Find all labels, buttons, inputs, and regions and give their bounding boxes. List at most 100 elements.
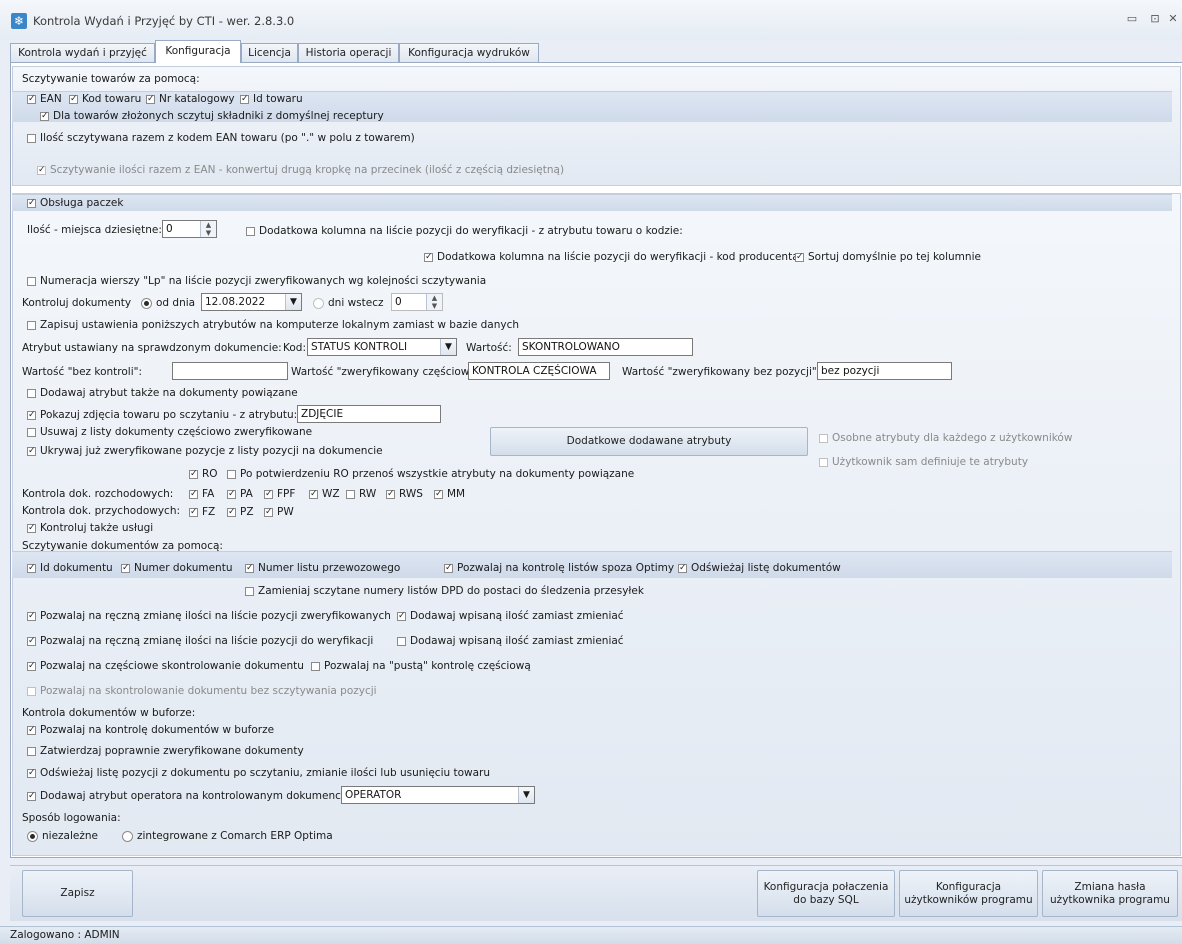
obsluga-paczek-checkbox[interactable]: Obsługa paczek: [27, 196, 123, 210]
dodatkowa-kolumna-producent-checkbox[interactable]: Dodatkowa kolumna na liście pozycji do w…: [424, 250, 799, 264]
bez-kontroli-label: Wartość "bez kontroli":: [22, 366, 143, 378]
users-config-button[interactable]: Konfiguracja użytkowników programu: [899, 870, 1038, 917]
niezalezne-radio[interactable]: niezależne: [27, 829, 98, 843]
operator-select[interactable]: OPERATOR ▼: [341, 786, 535, 804]
tab-kontrola[interactable]: Kontrola wydań i przyjęć: [10, 43, 155, 62]
chevron-down-icon[interactable]: ▼: [285, 294, 301, 310]
numer-dokumentu-checkbox[interactable]: Numer dokumentu: [121, 561, 232, 575]
pa-checkbox[interactable]: PA: [227, 487, 253, 501]
scan-header: Sczytywanie towarów za pomocą:: [22, 73, 200, 85]
change-password-button[interactable]: Zmiana hasła użytkownika programu: [1042, 870, 1178, 917]
kod-select[interactable]: STATUS KONTROLI ▼: [307, 338, 457, 356]
numer-listu-checkbox[interactable]: Numer listu przewozowego: [245, 561, 400, 575]
kontroluj-dokumenty-label: Kontroluj dokumenty: [22, 297, 132, 309]
od-dnia-radio[interactable]: od dnia: [141, 296, 195, 310]
close-icon[interactable]: ✕: [1163, 12, 1182, 28]
title-bar: ❄ Kontrola Wydań i Przyjęć by CTI - wer.…: [0, 0, 1182, 40]
ro-checkbox[interactable]: RO: [189, 467, 218, 481]
wartosc-label: Wartość:: [466, 342, 512, 354]
spinner-arrows-icon[interactable]: ▲ ▼: [200, 221, 216, 237]
dodatkowe-atrybuty-button[interactable]: Dodatkowe dodawane atrybuty: [490, 427, 808, 456]
minimize-icon[interactable]: ▭: [1122, 12, 1142, 28]
bufor-checkbox[interactable]: Pozwalaj na kontrolę dokumentów w buforz…: [27, 723, 274, 737]
sczyt-dok-header: Sczytywanie dokumentów za pomocą:: [22, 540, 223, 552]
atrybut-label: Atrybut ustawiany na sprawdzonym dokumen…: [22, 342, 282, 354]
dodawaj-wpisana-2-checkbox[interactable]: Dodawaj wpisaną ilość zamiast zmieniać: [397, 634, 624, 648]
sortuj-checkbox[interactable]: Sortuj domyślnie po tej kolumnie: [795, 250, 981, 264]
nr-katalogowy-checkbox[interactable]: Nr katalogowy: [146, 92, 235, 106]
tab-licencja[interactable]: Licencja: [241, 43, 298, 62]
operator-checkbox[interactable]: Dodawaj atrybut operatora na kontrolowan…: [27, 789, 350, 803]
app-snowflake-icon: ❄: [11, 13, 27, 29]
zdjecia-input[interactable]: ZDJĘCIE: [297, 405, 441, 423]
save-button[interactable]: Zapisz: [22, 870, 133, 917]
czesciowe-checkbox[interactable]: Pozwalaj na częściowe skontrolowanie dok…: [27, 659, 304, 673]
wartosc-input[interactable]: SKONTROLOWANO: [518, 338, 693, 356]
konwertuj-checkbox[interactable]: Sczytywanie ilości razem z EAN - konwert…: [37, 163, 564, 177]
pz-checkbox[interactable]: PZ: [227, 505, 254, 519]
status-bar: Zalogowano : ADMIN: [0, 926, 1182, 944]
paczki-band: [12, 194, 1172, 211]
spoza-optimy-checkbox[interactable]: Pozwalaj na kontrolę listów spoza Optimy: [444, 561, 674, 575]
skladniki-checkbox[interactable]: Dla towarów złożonych sczytuj składniki …: [40, 109, 384, 123]
usuwaj-checkbox[interactable]: Usuwaj z listy dokumenty częściowo zwery…: [27, 425, 312, 439]
kod-label: Kod:: [283, 342, 306, 354]
sql-config-button[interactable]: Konfiguracja połaczenia do bazy SQL: [757, 870, 895, 917]
id-dokumentu-checkbox[interactable]: Id dokumentu: [27, 561, 113, 575]
ilosc-miejsc-label: Ilość - miejsca dziesiętne:: [27, 224, 162, 236]
kod-towaru-checkbox[interactable]: Kod towaru: [69, 92, 141, 106]
chevron-down-icon[interactable]: ▼: [518, 787, 534, 803]
czesciowo-input[interactable]: KONTROLA CZĘŚCIOWA: [468, 362, 610, 380]
logowanie-header: Sposób logowania:: [22, 812, 121, 824]
dodawaj-powiazane-checkbox[interactable]: Dodawaj atrybut także na dokumenty powią…: [27, 386, 298, 400]
osobne-atrybuty-checkbox[interactable]: Osobne atrybuty dla każdego z użytkownik…: [819, 431, 1072, 445]
rws-checkbox[interactable]: RWS: [386, 487, 423, 501]
fz-checkbox[interactable]: FZ: [189, 505, 215, 519]
ilosc-ean-checkbox[interactable]: Ilość sczytywana razem z kodem EAN towar…: [27, 131, 415, 145]
ean-checkbox[interactable]: EAN: [27, 92, 62, 106]
fa-checkbox[interactable]: FA: [189, 487, 214, 501]
zatwierdzaj-checkbox[interactable]: Zatwierdzaj poprawnie zweryfikowane doku…: [27, 744, 304, 758]
uslugi-checkbox[interactable]: Kontroluj także usługi: [27, 521, 153, 535]
czesciowo-label: Wartość "zweryfikowany częściowo":: [291, 366, 485, 378]
id-towaru-checkbox[interactable]: Id towaru: [240, 92, 303, 106]
zintegrowane-radio[interactable]: zintegrowane z Comarch ERP Optima: [122, 829, 333, 843]
window-title: Kontrola Wydań i Przyjęć by CTI - wer. 2…: [33, 14, 295, 28]
dni-wstecz-spinner[interactable]: 0 ▲ ▼: [391, 293, 443, 311]
mm-checkbox[interactable]: MM: [434, 487, 465, 501]
zapisuj-lokalnie-checkbox[interactable]: Zapisuj ustawienia poniższych atrybutów …: [27, 318, 519, 332]
dodawaj-wpisana-1-checkbox[interactable]: Dodawaj wpisaną ilość zamiast zmieniać: [397, 609, 624, 623]
bez-pozycji-label: Wartość "zweryfikowany bez pozycji":: [622, 366, 821, 378]
pw-checkbox[interactable]: PW: [264, 505, 294, 519]
reczna-zweryfikowanych-checkbox[interactable]: Pozwalaj na ręczną zmianę ilości na liśc…: [27, 609, 391, 623]
bez-kontroli-input[interactable]: [172, 362, 288, 380]
rw-checkbox[interactable]: RW: [346, 487, 376, 501]
rozchodowe-label: Kontrola dok. rozchodowych:: [22, 488, 174, 500]
po-potwierdzeniu-checkbox[interactable]: Po potwierdzeniu RO przenoś wszystkie at…: [227, 467, 634, 481]
bez-pozycji-input[interactable]: bez pozycji: [817, 362, 952, 380]
zdjecia-checkbox[interactable]: Pokazuj zdjęcia towaru po sczytaniu - z …: [27, 408, 297, 422]
chevron-down-icon[interactable]: ▼: [440, 339, 456, 355]
dodatkowa-kolumna-atrybut-checkbox[interactable]: Dodatkowa kolumna na liście pozycji do w…: [246, 224, 683, 238]
tab-historia[interactable]: Historia operacji: [298, 43, 399, 62]
odswiezaj-pozycje-checkbox[interactable]: Odświeżaj listę pozycji z dokumentu po s…: [27, 766, 490, 780]
przychodowe-label: Kontrola dok. przychodowych:: [22, 505, 181, 517]
fpf-checkbox[interactable]: FPF: [264, 487, 295, 501]
date-picker[interactable]: 12.08.2022 ▼: [201, 293, 302, 311]
wz-checkbox[interactable]: WZ: [309, 487, 340, 501]
tab-konfiguracja[interactable]: Konfiguracja: [155, 40, 241, 63]
dpd-checkbox[interactable]: Zamieniaj sczytane numery listów DPD do …: [245, 584, 644, 598]
spinner-arrows-icon[interactable]: ▲ ▼: [426, 294, 442, 310]
dni-wstecz-radio[interactable]: dni wstecz: [313, 296, 384, 310]
reczna-do-weryfikacji-checkbox[interactable]: Pozwalaj na ręczną zmianę ilości na liśc…: [27, 634, 373, 648]
uzytkownik-definiuje-checkbox[interactable]: Użytkownik sam definiuje te atrybuty: [819, 455, 1028, 469]
ukrywaj-checkbox[interactable]: Ukrywaj już zweryfikowane pozycje z list…: [27, 444, 383, 458]
odswiezaj-dokumenty-checkbox[interactable]: Odświeżaj listę dokumentów: [678, 561, 841, 575]
tab-wydruki[interactable]: Konfiguracja wydruków: [399, 43, 539, 62]
numeracja-checkbox[interactable]: Numeracja wierszy "Lp" na liście pozycji…: [27, 274, 486, 288]
bez-sczytywania-checkbox[interactable]: Pozwalaj na skontrolowanie dokumentu bez…: [27, 684, 377, 698]
ilosc-miejsc-spinner[interactable]: 0 ▲ ▼: [162, 220, 217, 238]
pusta-checkbox[interactable]: Pozwalaj na "pustą" kontrolę częściową: [311, 659, 531, 673]
bufor-header: Kontrola dokumentów w buforze:: [22, 707, 196, 719]
maximize-icon[interactable]: ⊡: [1145, 12, 1165, 28]
